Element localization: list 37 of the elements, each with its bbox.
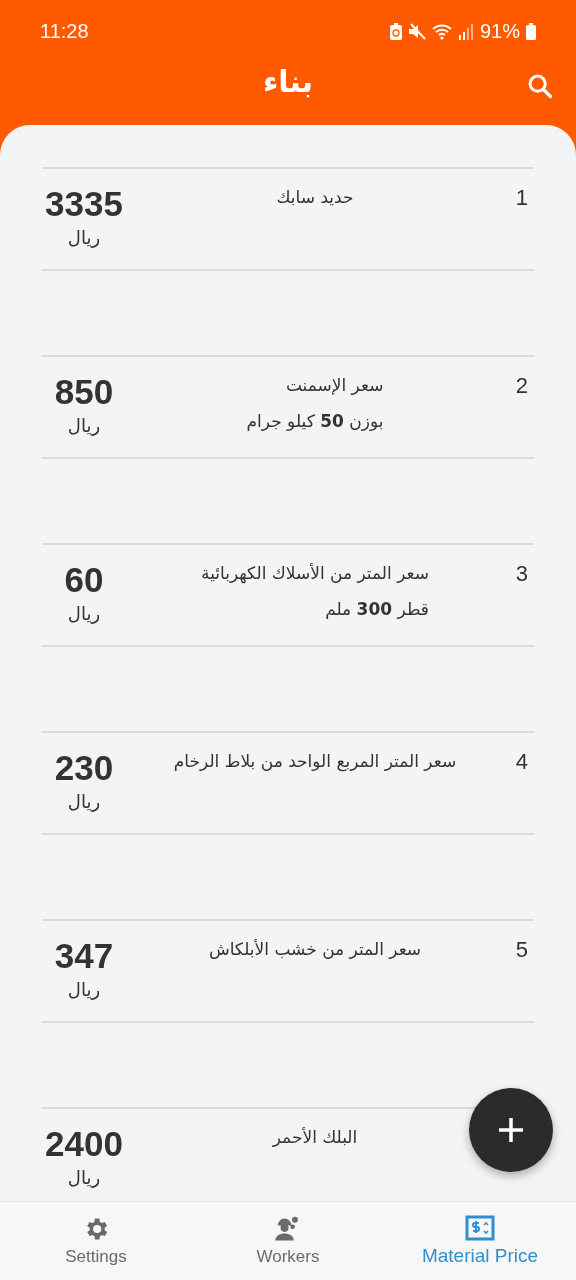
material-description: سعر الإسمنت (284, 374, 384, 397)
signal-icon (457, 22, 474, 40)
row-number: 1 (514, 184, 529, 211)
currency: ريال (67, 227, 101, 248)
battery-saver-icon (389, 22, 402, 40)
clock: 11:28 (40, 19, 89, 43)
price: 850 (54, 373, 114, 411)
material-description: سعر المتر المربع الواحد من بلاط الرخام (173, 750, 457, 773)
material-description: البلك الأحمر (272, 1126, 358, 1149)
plus-icon (497, 1116, 525, 1144)
currency: ريال (67, 603, 101, 624)
price: 347 (54, 937, 114, 975)
battery-percent: 91% (479, 19, 520, 43)
row-number: 4 (514, 748, 529, 775)
app-title: بناء (262, 64, 314, 99)
material-description: سعر المتر من خشب الأبلكاش (208, 938, 422, 961)
mute-icon (407, 22, 426, 40)
price: 230 (54, 749, 114, 787)
nav-tab[interactable]: Settings (0, 1202, 192, 1280)
price: 3335 (45, 185, 123, 223)
row-number: 5 (514, 936, 529, 963)
nav-tab[interactable]: Workers (192, 1202, 384, 1280)
nav-tab[interactable]: Material Price (384, 1202, 576, 1280)
currency: ريال (67, 1167, 101, 1188)
currency: ريال (67, 979, 101, 1000)
currency: ريال (67, 415, 101, 436)
price: 60 (64, 561, 104, 599)
row-number: 3 (514, 560, 529, 587)
wifi-icon (431, 22, 452, 40)
battery-icon (526, 22, 536, 40)
search-icon[interactable] (526, 72, 554, 100)
material-description: سعر المتر من الأسلاك الكهربائية (201, 562, 429, 585)
price: 2400 (45, 1125, 123, 1163)
currency: ريال (67, 791, 101, 812)
material-description: حديد سابك (276, 186, 354, 209)
price-tag-icon (465, 1215, 495, 1241)
row-number: 2 (514, 372, 529, 399)
